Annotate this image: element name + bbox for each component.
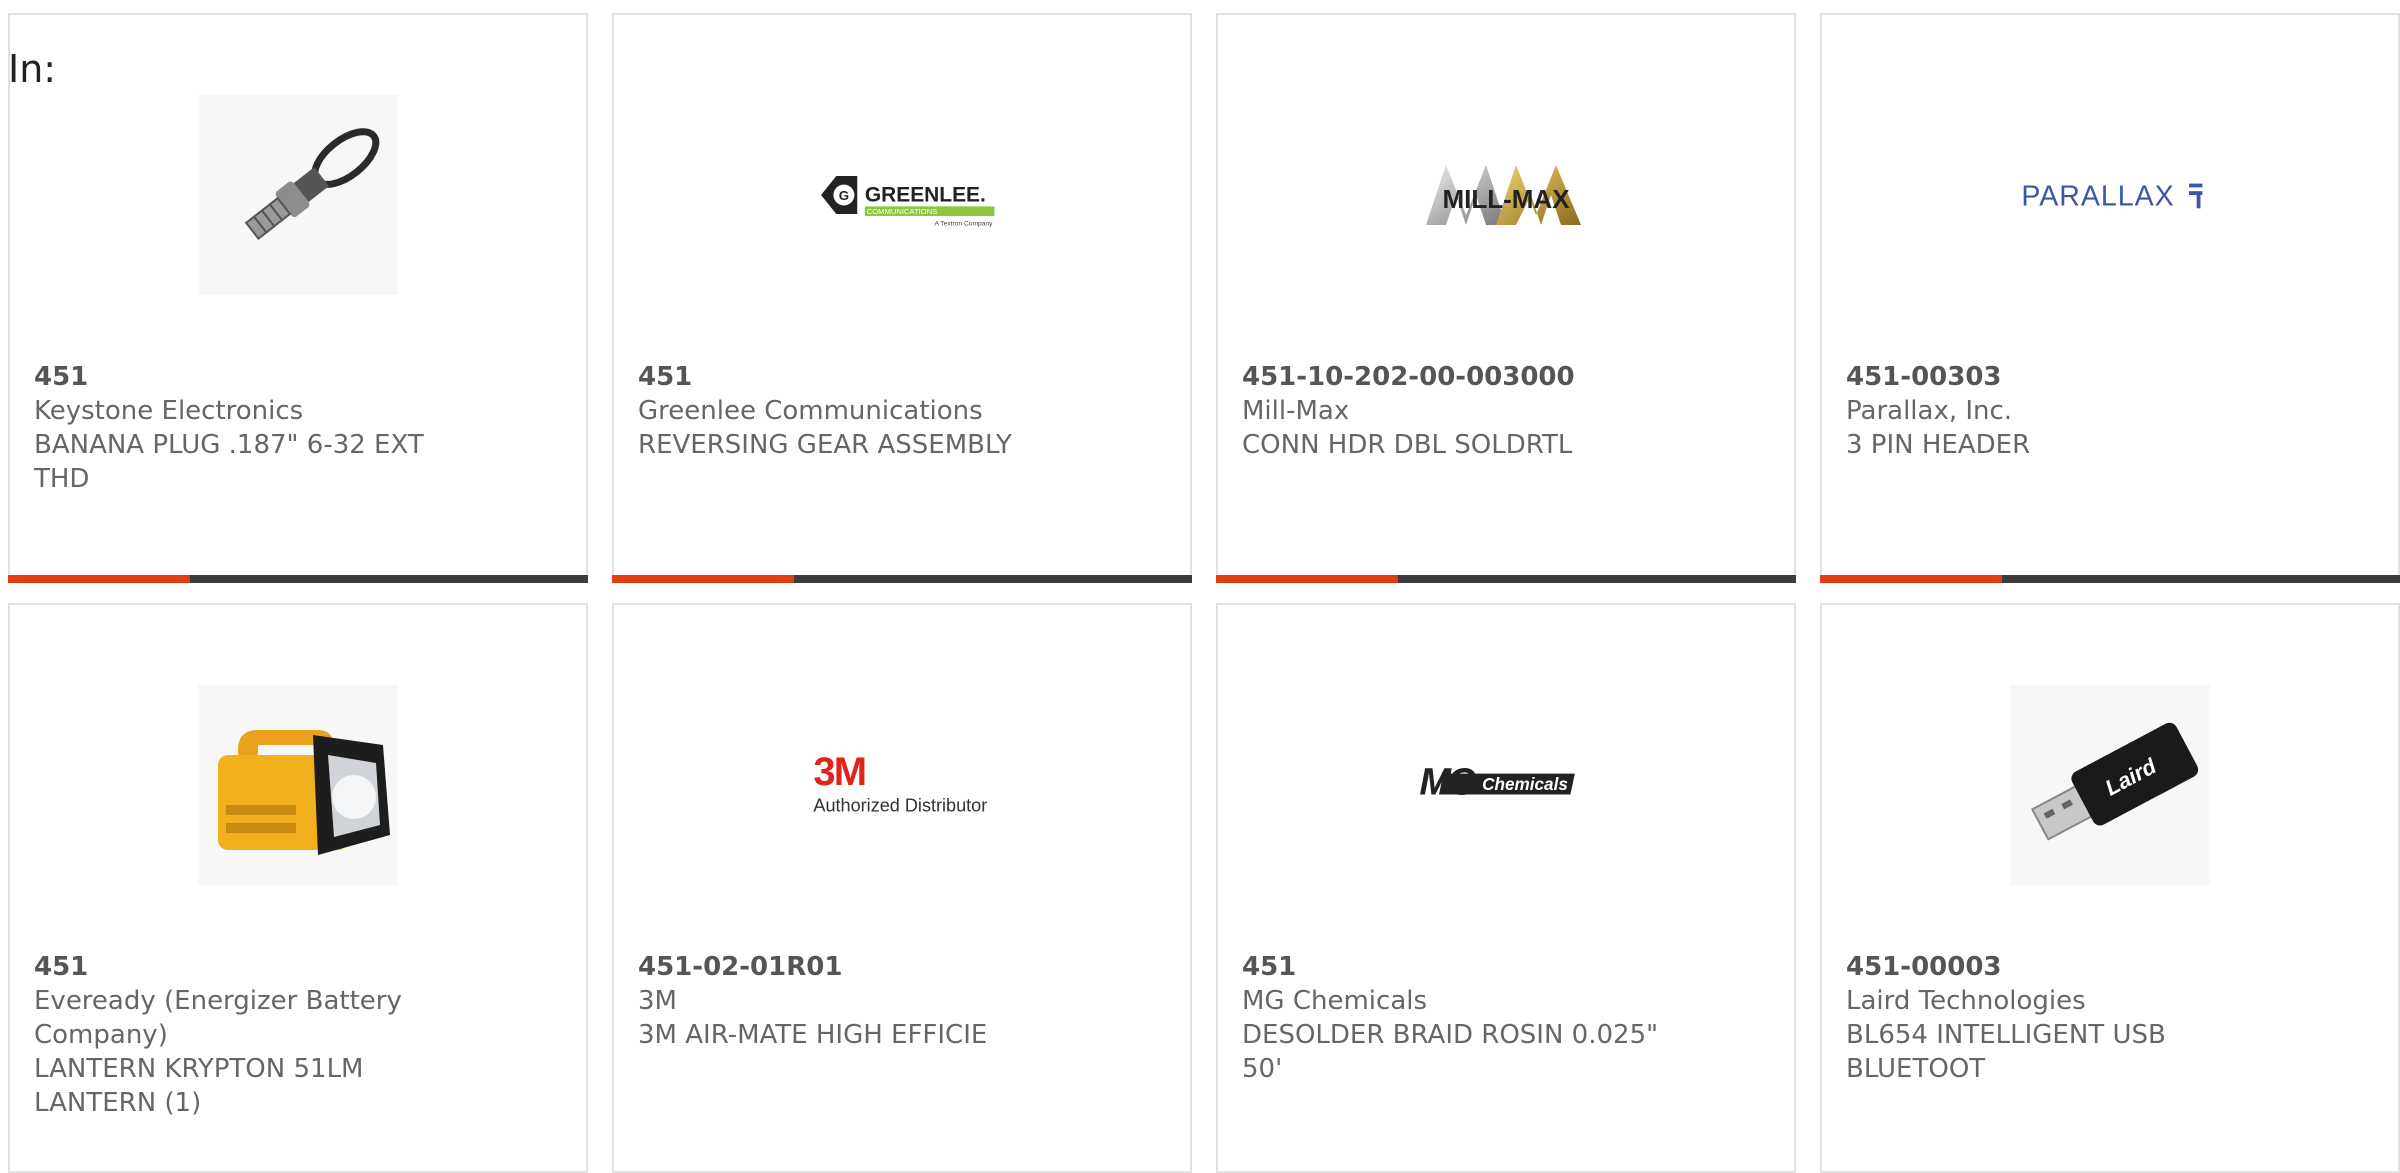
description: REVERSING GEAR ASSEMBLY (638, 430, 1012, 460)
mill-max-logo: MILL-MAX (1426, 165, 1581, 225)
description: 3M AIR-MATE HIGH EFFICIE (638, 1020, 988, 1050)
product-image[interactable]: MILL-MAX (1406, 95, 1606, 295)
product-image[interactable] (198, 95, 398, 295)
product-info: 451-00003 Laird Technologies BL654 INTEL… (1846, 950, 2266, 1086)
part-number[interactable]: 451 (34, 950, 454, 984)
logo-subtext: Authorized Distributor (813, 796, 987, 816)
part-number[interactable]: 451-00003 (1846, 950, 2266, 984)
product-card[interactable]: 451 Eveready (Energizer Battery Company)… (8, 603, 588, 1173)
manufacturer: Parallax, Inc. (1846, 396, 2013, 426)
product-image[interactable] (198, 685, 398, 885)
product-card[interactable]: 3M Authorized Distributor 451-02-01R01 3… (612, 603, 1192, 1173)
svg-text:G: G (839, 188, 849, 203)
logo-text: PARALLAX (2021, 180, 2174, 212)
filter-label: In: (8, 47, 57, 91)
logo-text: GREENLEE. (865, 184, 986, 207)
product-info: 451-10-202-00-003000 Mill-Max CONN HDR D… (1242, 360, 1662, 462)
manufacturer: Mill-Max (1242, 396, 1350, 426)
manufacturer: Greenlee Communications (638, 396, 983, 426)
product-info: 451 Eveready (Energizer Battery Company)… (34, 950, 454, 1120)
manufacturer: Keystone Electronics (34, 396, 304, 426)
manufacturer: Laird Technologies (1846, 986, 2086, 1016)
product-info: 451-00303 Parallax, Inc. 3 PIN HEADER (1846, 360, 2266, 462)
manufacturer: 3M (638, 986, 677, 1016)
product-image[interactable]: Laird (2010, 685, 2210, 885)
description: 3 PIN HEADER (1846, 430, 2031, 460)
product-card[interactable]: PARALLAX 451-00303 Parallax, Inc. 3 PIN … (1820, 13, 2400, 583)
parallax-logo: PARALLAX (2021, 180, 2203, 212)
part-number[interactable]: 451-02-01R01 (638, 950, 1058, 984)
product-info: 451 Keystone Electronics BANANA PLUG .18… (34, 360, 454, 496)
lantern-photo (198, 685, 398, 885)
product-image[interactable]: PARALLAX (2010, 95, 2210, 295)
logo-tagline: A Textron Company (935, 220, 994, 227)
product-image[interactable]: 3M Authorized Distributor (802, 685, 1002, 885)
3m-logo: 3M Authorized Distributor (813, 750, 987, 816)
card-bar (1820, 575, 2400, 583)
product-image[interactable]: G GREENLEE. COMMUNICATIONS A Textron Com… (802, 95, 1002, 295)
product-card[interactable]: G GREENLEE. COMMUNICATIONS A Textron Com… (612, 13, 1192, 583)
product-image[interactable]: MG Chemicals (1406, 685, 1606, 885)
description: LANTERN KRYPTON 51LM LANTERN (1) (34, 1054, 364, 1118)
product-card[interactable]: Laird 451-00003 Laird Technologies BL654… (1820, 603, 2400, 1173)
part-number[interactable]: 451-10-202-00-003000 (1242, 360, 1662, 394)
description: DESOLDER BRAID ROSIN 0.025" 50' (1242, 1020, 1659, 1084)
product-info: 451 Greenlee Communications REVERSING GE… (638, 360, 1058, 462)
part-number[interactable]: 451 (34, 360, 454, 394)
description: CONN HDR DBL SOLDRTL (1242, 430, 1573, 460)
logo-text: MILL-MAX (1442, 184, 1570, 214)
manufacturer: MG Chemicals (1242, 986, 1428, 1016)
card-bar (612, 575, 1192, 583)
product-info: 451-02-01R01 3M 3M AIR-MATE HIGH EFFICIE (638, 950, 1058, 1052)
product-card[interactable]: MG Chemicals 451 MG Chemicals DESOLDER B… (1216, 603, 1796, 1173)
description: BANANA PLUG .187" 6-32 EXT THD (34, 430, 424, 494)
logo-subtext: COMMUNICATIONS (867, 207, 937, 216)
card-bar-accent (1216, 575, 1398, 583)
logo-subtext: Chemicals (1482, 774, 1568, 794)
logo-text: 3M (813, 750, 865, 794)
part-number[interactable]: 451 (638, 360, 1058, 394)
manufacturer: Eveready (Energizer Battery Company) (34, 986, 402, 1050)
greenlee-logo: G GREENLEE. COMMUNICATIONS A Textron Com… (821, 175, 995, 227)
product-grid: 451 Keystone Electronics BANANA PLUG .18… (0, 0, 2400, 1173)
card-bar-accent (8, 575, 190, 583)
card-bar-accent (612, 575, 794, 583)
banana-plug-photo (198, 95, 398, 295)
description: BL654 INTELLIGENT USB BLUETOOT (1846, 1020, 2166, 1084)
product-info: 451 MG Chemicals DESOLDER BRAID ROSIN 0.… (1242, 950, 1662, 1086)
product-card[interactable]: MILL-MAX 451-10-202-00-003000 Mill-Max C… (1216, 13, 1796, 583)
product-card[interactable]: 451 Keystone Electronics BANANA PLUG .18… (8, 13, 588, 583)
card-bar-accent (1820, 575, 2002, 583)
card-bar (8, 575, 588, 583)
card-bar (1216, 575, 1796, 583)
part-number[interactable]: 451-00303 (1846, 360, 2266, 394)
laird-usb-photo: Laird (2010, 685, 2210, 885)
part-number[interactable]: 451 (1242, 950, 1662, 984)
mg-chemicals-logo: MG Chemicals (1419, 762, 1575, 804)
